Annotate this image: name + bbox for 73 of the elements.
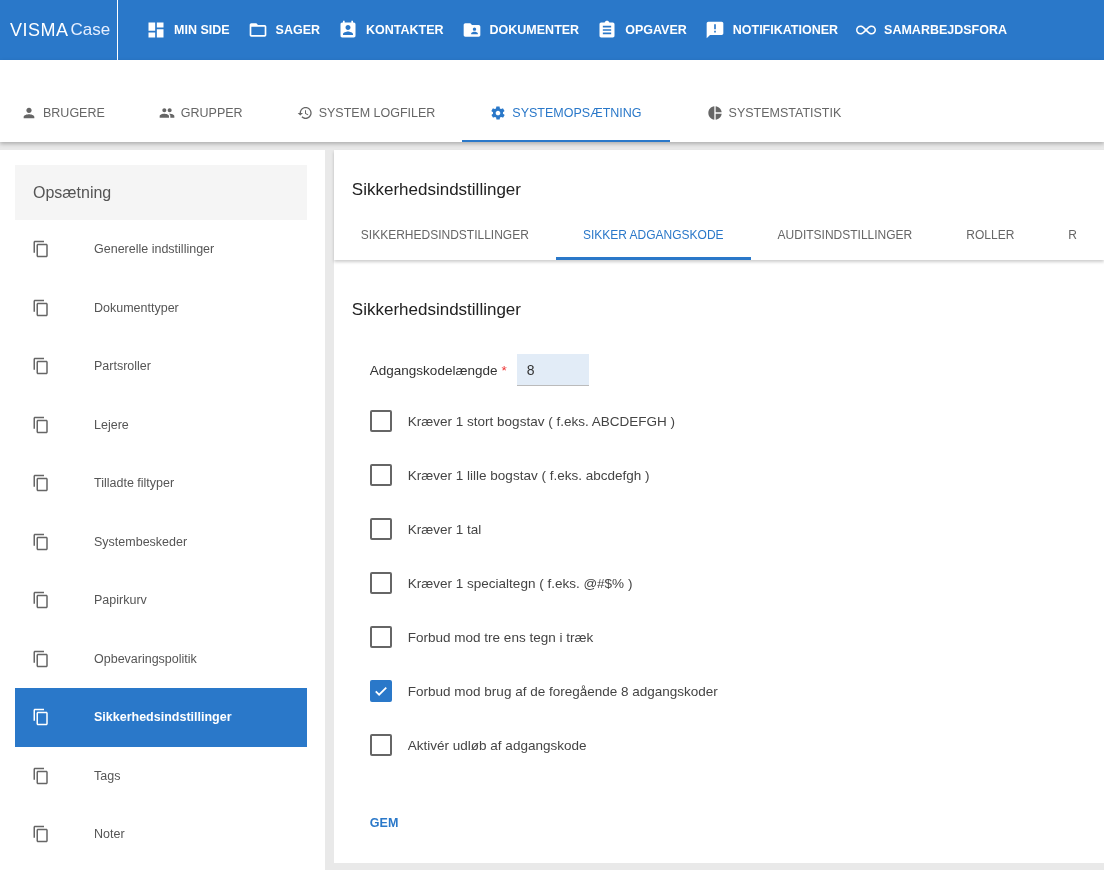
people-icon [158, 105, 175, 121]
nav-link[interactable]: SAMARBEJDSFORA [856, 20, 1007, 40]
sidebar-item[interactable]: Tilladte filtyper [15, 454, 307, 513]
sidebar-item[interactable]: Tags [15, 746, 307, 805]
sidebar-item[interactable]: Sikkerhedsindstillinger [15, 688, 307, 747]
tab[interactable]: SYSTEM LOGFILER [279, 86, 453, 142]
nav-link[interactable]: DOKUMENTER [461, 20, 580, 40]
folder-icon [247, 20, 268, 40]
checkbox[interactable] [369, 734, 392, 756]
alert-bubble-icon [704, 20, 725, 40]
panel-title: Sikkerhedsindstillinger [350, 180, 522, 200]
settings-icon [490, 105, 507, 121]
save-button[interactable]: GEM [351, 808, 417, 838]
pie-chart-icon [706, 105, 723, 121]
logo-suffix: Case [70, 20, 111, 40]
nav-link[interactable]: KONTAKTER [338, 20, 444, 40]
copy-icon [32, 825, 50, 844]
copy-icon [32, 532, 50, 551]
nav-link[interactable]: NOTIFIKATIONER [704, 20, 839, 40]
nav-link[interactable]: SAGER [247, 20, 320, 40]
copy-icon [32, 240, 50, 259]
nav-link[interactable]: OPGAVER [597, 20, 687, 40]
contact-card-icon [338, 20, 358, 40]
tab[interactable]: BRUGERE [4, 86, 122, 142]
checkbox-label: Kræver 1 lille bogstav ( f.eks. abcdefgh ) [407, 467, 650, 483]
copy-icon [32, 415, 50, 434]
input-field[interactable]: 8 [516, 354, 589, 386]
checkbox-label: Kræver 1 stort bogstav ( f.eks. ABCDEFGH ) [407, 413, 675, 429]
required-mark: * [501, 362, 507, 378]
copy-icon [32, 591, 50, 610]
section-title: Sikkerhedsindstillinger [351, 300, 522, 320]
sidebar-item[interactable]: Opbevaringspolitik [15, 629, 307, 688]
clipboard-icon [597, 20, 618, 40]
checkbox-label: Kræver 1 specialtegn ( f.eks. @#$% ) [407, 575, 633, 591]
history-icon [296, 105, 313, 121]
document-folder-icon [461, 20, 482, 40]
copy-icon [32, 298, 50, 317]
sub-tab[interactable]: AUDITSINDSTILLINGER [750, 220, 940, 260]
checkbox[interactable] [369, 464, 392, 486]
checkbox-label: Forbud mod tre ens tegn i træk [407, 629, 594, 645]
sidebar-item[interactable]: Systembeskeder [15, 512, 307, 571]
copy-icon [32, 649, 50, 668]
checkbox[interactable] [369, 680, 392, 702]
checkbox[interactable] [369, 518, 392, 540]
checkbox-label: Aktivér udløb af adgangskode [407, 737, 587, 753]
sub-tab[interactable]: SIKKERHEDSINDSTILLINGER [333, 220, 556, 260]
sidebar-title: Opsætning [15, 165, 307, 220]
sidebar-item[interactable]: Generelle indstillinger [15, 220, 307, 279]
tab[interactable]: SYSTEMOPSÆTNING [462, 86, 670, 142]
checkbox-label: Forbud mod brug af de foregående 8 adgangskoder [407, 683, 718, 699]
checkbox-label: Kræver 1 tal [407, 521, 482, 537]
logo-text: VISMA [10, 19, 69, 41]
copy-icon [32, 766, 50, 785]
nav-link[interactable]: MIN SIDE [146, 20, 230, 40]
sidebar-item[interactable]: Papirkurv [15, 571, 307, 630]
checkbox[interactable] [369, 410, 392, 432]
tab[interactable]: SYSTEMSTATISTIK [689, 86, 859, 142]
sub-tab[interactable]: ROLLER [939, 220, 1042, 260]
sidebar-item[interactable]: Dokumenttyper [15, 278, 307, 337]
field-label: Adgangskodelængde [369, 362, 498, 378]
person-icon [21, 105, 37, 121]
sub-tab[interactable]: SIKKER ADGANGSKODE [555, 220, 751, 260]
dashboard-icon [146, 20, 166, 40]
copy-icon [32, 708, 50, 727]
sidebar-item[interactable]: Lejere [15, 395, 307, 454]
sidebar-item[interactable]: Partsroller [15, 337, 307, 396]
copy-icon [32, 357, 50, 376]
sidebar-item[interactable]: Noter [15, 805, 307, 864]
copy-icon [32, 474, 50, 493]
tab[interactable]: GRUPPER [141, 86, 260, 142]
sub-tab[interactable]: R [1041, 220, 1104, 260]
checkbox[interactable] [369, 626, 392, 648]
checkbox[interactable] [369, 572, 392, 594]
